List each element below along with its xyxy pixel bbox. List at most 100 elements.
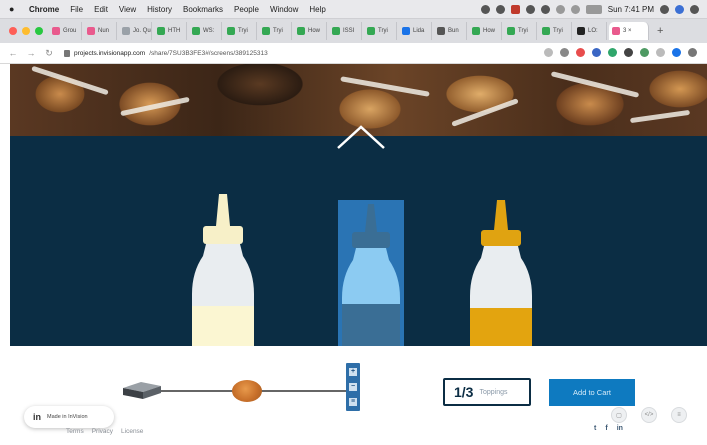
extension-icon[interactable] (608, 48, 617, 57)
browser-tab[interactable]: ISSI (329, 22, 362, 40)
twitter-icon[interactable]: t (594, 425, 596, 432)
toppings-count: 1/3 (454, 384, 474, 400)
shield-icon[interactable] (525, 5, 535, 14)
extension-icon[interactable] (624, 48, 633, 57)
footer-terms-link[interactable]: Terms (66, 428, 84, 435)
browser-tab[interactable]: How (469, 22, 502, 40)
photo-detail (340, 76, 430, 97)
burger-patty[interactable] (232, 380, 262, 402)
tab-favicon-icon (472, 27, 480, 35)
browser-window: ● Chrome File Edit View History Bookmark… (0, 0, 707, 445)
rail-remove-button[interactable]: − (349, 382, 357, 391)
blue-sauce-bottle[interactable] (336, 204, 406, 346)
browser-tab[interactable]: 3 × (609, 22, 649, 40)
menu-file[interactable]: File (70, 5, 83, 14)
browser-tab[interactable]: Tryi (364, 22, 397, 40)
photo-detail (550, 71, 640, 98)
topping-rail: + − ≡ (346, 363, 360, 411)
extension-icon[interactable] (592, 48, 601, 57)
tab-favicon-icon (52, 27, 60, 35)
url-field[interactable]: projects.invisionapp.com/share/7SU3B3FE3… (64, 49, 534, 57)
toppings-label: Toppings (479, 388, 508, 396)
linkedin-icon[interactable]: in (617, 425, 623, 432)
lock-icon (64, 49, 70, 57)
chevron-up-icon[interactable] (336, 124, 386, 150)
tab-label: Tryi (273, 28, 283, 34)
timer-icon[interactable] (540, 5, 550, 14)
browser-tab[interactable]: LO: (574, 22, 607, 40)
sync-icon[interactable] (495, 5, 505, 14)
reload-icon[interactable]: ↻ (44, 48, 54, 59)
code-icon[interactable]: </> (641, 407, 657, 423)
tab-label: Nun (98, 28, 110, 34)
user-avatar-icon[interactable] (675, 5, 684, 14)
prototype-tools: ▢ </> ≡ (611, 407, 687, 423)
extension-icon[interactable] (640, 48, 649, 57)
rail-add-button[interactable]: + (349, 368, 357, 377)
photo-detail (451, 98, 519, 127)
cloud-icon[interactable] (480, 5, 490, 14)
browser-tab[interactable]: Nun (84, 22, 117, 40)
menu-window[interactable]: Window (270, 5, 298, 14)
back-icon[interactable]: ← (8, 48, 18, 58)
menu-history[interactable]: History (147, 5, 172, 14)
comment-icon[interactable]: ▢ (611, 407, 627, 423)
menu-edit[interactable]: Edit (94, 5, 108, 14)
wifi-icon[interactable] (570, 5, 580, 14)
forward-icon[interactable]: → (26, 48, 36, 58)
list-icon[interactable] (690, 5, 699, 14)
tab-favicon-icon (402, 27, 410, 35)
menu-app-name[interactable]: Chrome (29, 5, 59, 14)
invision-badge-text: Made in InVision (47, 414, 88, 420)
extension-icon[interactable] (656, 48, 665, 57)
extension-icon[interactable] (576, 48, 585, 57)
kebab-menu-icon[interactable] (688, 48, 697, 57)
mayonnaise-bottle[interactable] (188, 194, 258, 346)
browser-tab[interactable]: Tryi (504, 22, 537, 40)
tab-favicon-icon (227, 27, 235, 35)
photo-detail (629, 109, 691, 124)
browser-tab[interactable]: Lida (399, 22, 432, 40)
star-icon[interactable] (544, 48, 553, 57)
minimize-window-icon[interactable] (22, 27, 30, 35)
record-icon[interactable] (510, 5, 520, 14)
footer-privacy-link[interactable]: Privacy (92, 428, 113, 435)
browser-tab[interactable]: Tryi (539, 22, 572, 40)
menu-clock[interactable]: Sun 7:41 PM (608, 5, 654, 14)
browser-tab[interactable]: Tryi (224, 22, 257, 40)
tab-strip: Grou Nun Jo. Que HTH WS: Tryi Tryi How ISSI Tryi L… (0, 19, 707, 43)
browser-tab[interactable]: Jo. Que (119, 22, 152, 40)
browser-tab[interactable]: Grou (49, 22, 82, 40)
extension-icon[interactable] (560, 48, 569, 57)
menu-icon[interactable]: ≡ (671, 407, 687, 423)
menu-bookmarks[interactable]: Bookmarks (183, 5, 223, 14)
mustard-bottle[interactable] (466, 200, 536, 346)
new-tab-icon[interactable]: + (657, 25, 663, 37)
menu-view[interactable]: View (119, 5, 136, 14)
profile-avatar[interactable] (672, 48, 681, 57)
extensions (544, 48, 697, 57)
browser-tab[interactable]: WS: (189, 22, 222, 40)
menu-help[interactable]: Help (309, 5, 325, 14)
browser-tab[interactable]: Bun (434, 22, 467, 40)
rail-list-button[interactable]: ≡ (349, 397, 357, 406)
browser-tab[interactable]: Tryi (259, 22, 292, 40)
facebook-icon[interactable]: f (605, 425, 607, 432)
add-to-cart-button[interactable]: Add to Cart (549, 379, 635, 406)
bottle-stage (10, 136, 707, 346)
browser-tab[interactable]: HTH (154, 22, 187, 40)
footer-links: Terms Privacy License (66, 428, 143, 435)
tab-favicon-icon (577, 27, 585, 35)
tab-label: WS: (203, 28, 215, 34)
menu-people[interactable]: People (234, 5, 259, 14)
close-window-icon[interactable] (9, 27, 17, 35)
bluetooth-icon[interactable] (555, 5, 565, 14)
browser-tab[interactable]: How (294, 22, 327, 40)
apple-icon[interactable]: ● (9, 4, 19, 14)
zoom-window-icon[interactable] (35, 27, 43, 35)
search-icon[interactable] (660, 5, 669, 14)
battery-icon[interactable] (585, 5, 602, 14)
invision-badge[interactable]: in Made in InVision (24, 406, 114, 428)
footer-license-link[interactable]: License (121, 428, 143, 435)
photo-detail (31, 65, 109, 96)
